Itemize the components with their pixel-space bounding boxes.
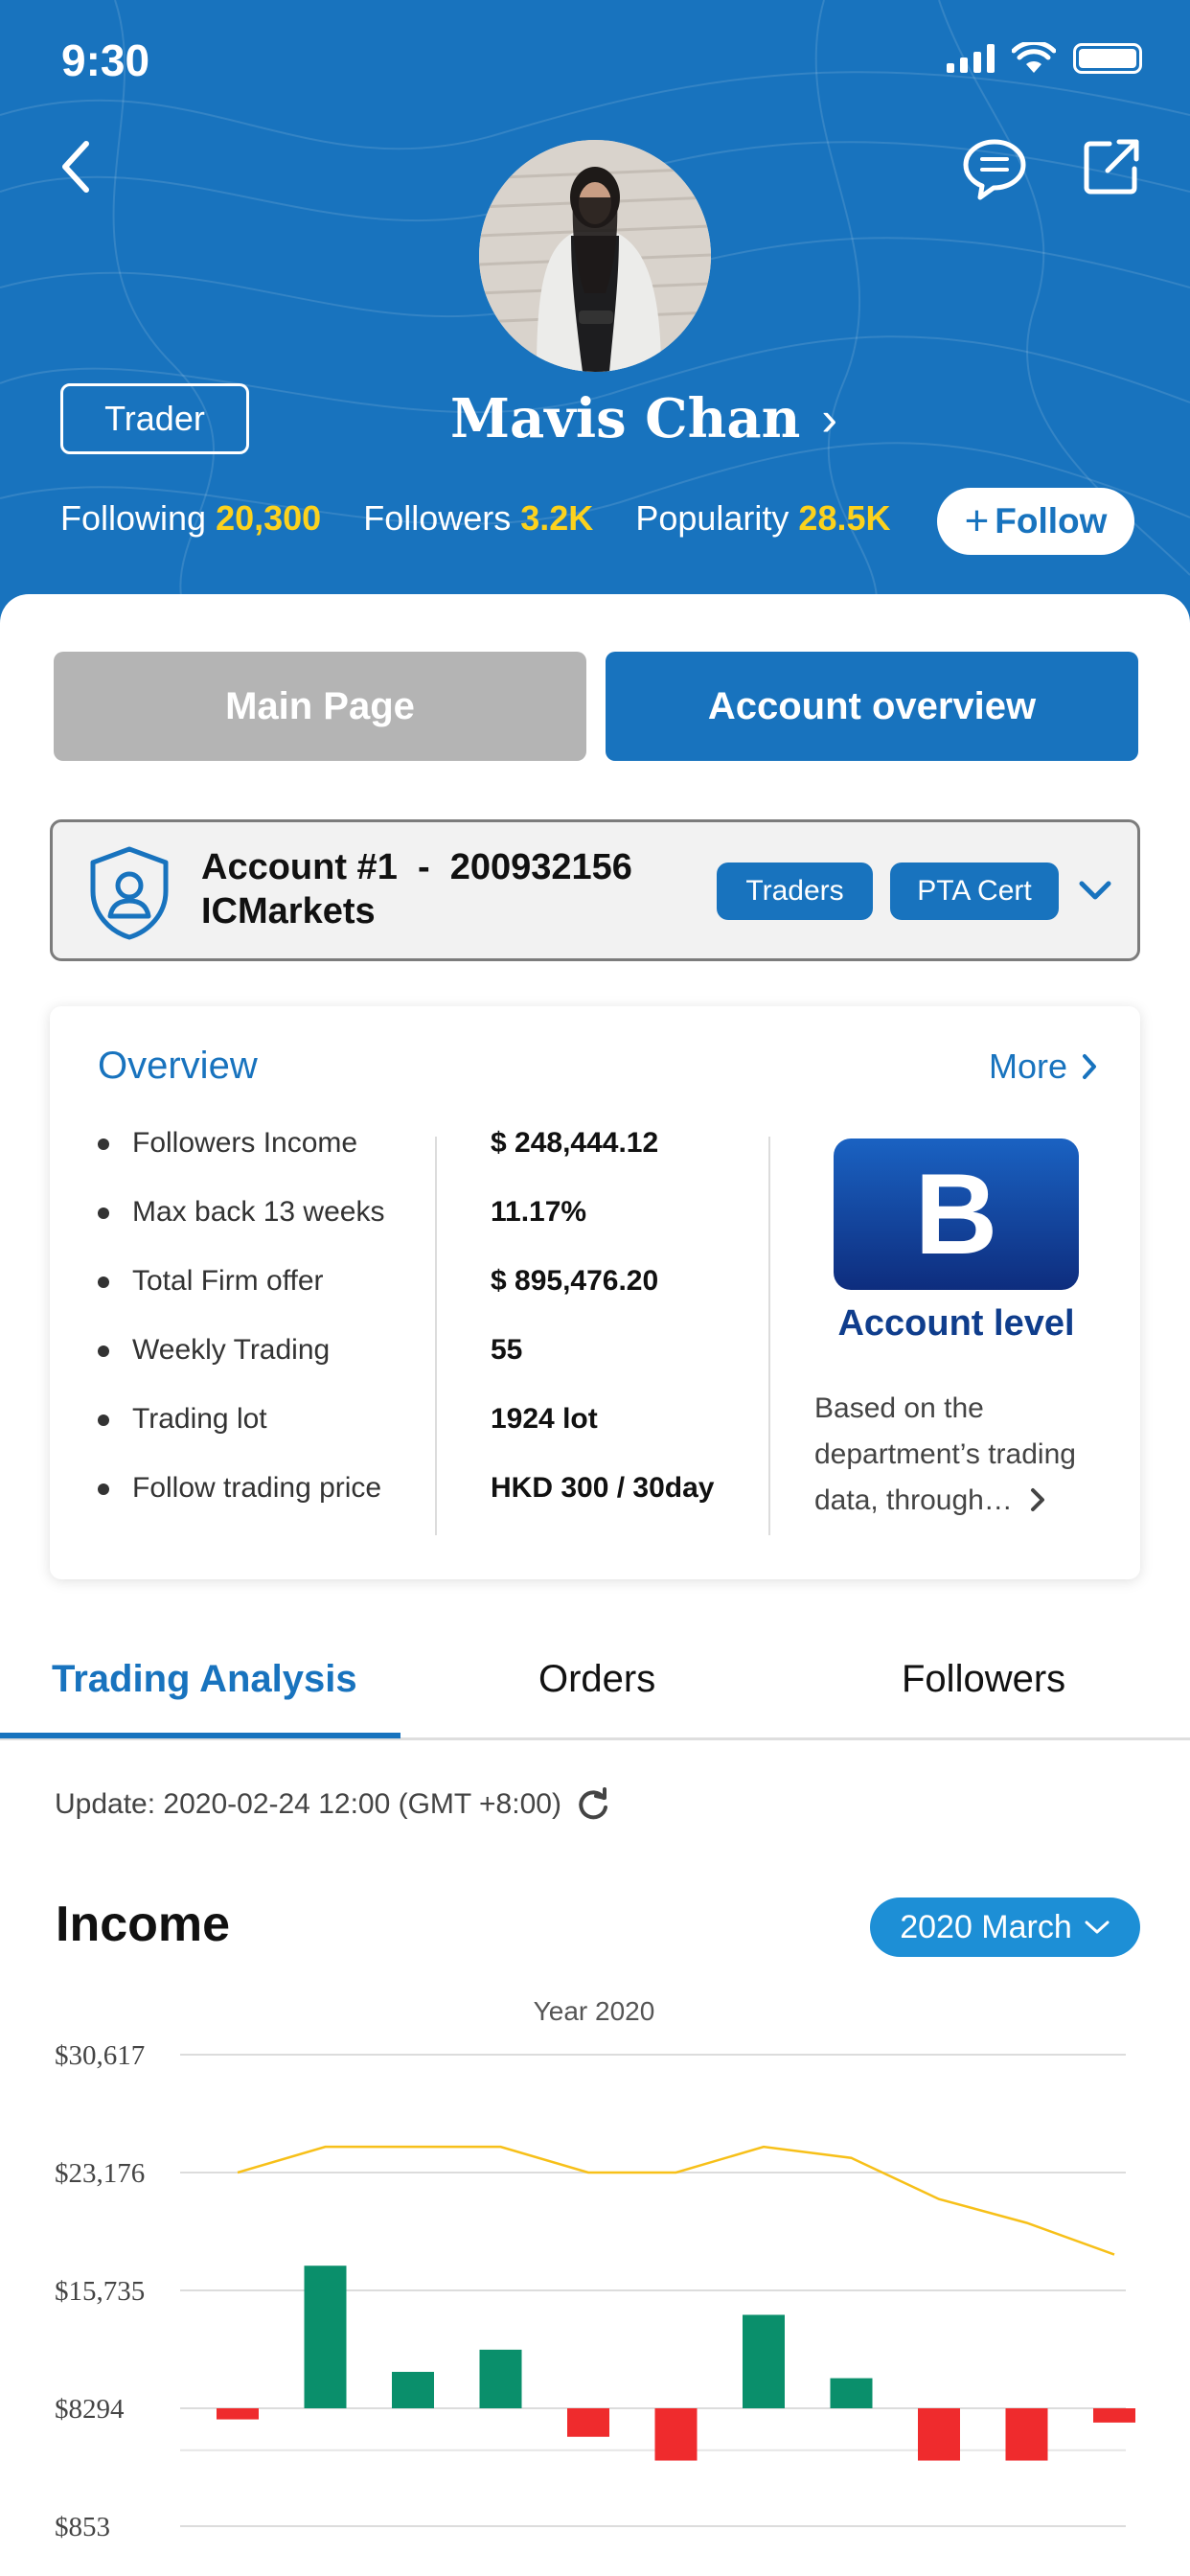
stat-popularity: Popularity 28.5K: [635, 498, 891, 538]
tab-indicator: [0, 1733, 400, 1738]
trend-line: [237, 2145, 1115, 2256]
y-tick-label: $15,735: [55, 2276, 145, 2307]
divider: [768, 1137, 770, 1535]
overview-row-value: $ 248,444.12: [491, 1127, 659, 1159]
update-status: Update: 2020-02-24 12:00 (GMT +8:00): [55, 1786, 611, 1823]
income-bar: [743, 2314, 785, 2408]
profile-name-text: Mavis Chan: [450, 387, 801, 450]
income-bar: [1005, 2408, 1048, 2461]
profile-stats: Following 20,300 Followers 3.2K Populari…: [60, 498, 891, 539]
chart-title: Year 2020: [534, 1996, 655, 2026]
chevron-down-icon: [1085, 1920, 1110, 1934]
signal-icon: [947, 44, 995, 73]
tag-pta-cert: PTA Cert: [890, 862, 1059, 920]
overview-row-label: Follow trading price: [98, 1472, 384, 1541]
stat-following[interactable]: Following 20,300: [60, 498, 321, 539]
tab-main-page[interactable]: Main Page: [54, 652, 586, 761]
overview-row-value: 1924 lot: [491, 1403, 598, 1435]
divider: [435, 1137, 437, 1535]
account-selector[interactable]: Account #1 - 200932156 ICMarkets Traders…: [50, 819, 1140, 961]
avatar: [479, 140, 711, 372]
refresh-icon[interactable]: [575, 1786, 611, 1823]
analysis-tabs: Trading Analysis Orders Followers: [0, 1629, 1190, 1740]
account-level-badge: B: [834, 1138, 1079, 1290]
chevron-right-icon: ›: [821, 392, 838, 446]
shield-user-icon: [90, 846, 169, 940]
update-text: Update: 2020-02-24 12:00 (GMT +8:00): [55, 1788, 561, 1820]
y-tick-label: $8294: [55, 2394, 125, 2425]
income-chart: Year 2020 $30,617 $23,176 $15,735 $8294 $853: [55, 1996, 1135, 2542]
overview-row-label: Total Firm offer: [98, 1265, 384, 1334]
account-level-label: Account level: [837, 1303, 1075, 1344]
income-bar: [830, 2378, 873, 2408]
back-icon[interactable]: [54, 138, 98, 196]
message-icon[interactable]: [961, 136, 1028, 203]
role-tag: Trader: [60, 383, 249, 454]
more-label: More: [988, 1046, 1067, 1086]
wifi-icon: [1012, 42, 1056, 73]
overview-row-value: $ 895,476.20: [491, 1265, 659, 1297]
overview-row-value: HKD 300 / 30day: [491, 1472, 715, 1504]
tag-traders: Traders: [717, 862, 873, 920]
overview-row-label: Max back 13 weeks: [98, 1196, 384, 1265]
overview-card: Overview More Followers Income Max back …: [50, 1006, 1140, 1579]
account-broker: ICMarkets: [201, 891, 376, 932]
follow-button[interactable]: + Follow: [937, 488, 1134, 555]
profile-name[interactable]: Mavis Chan ›: [450, 387, 837, 450]
profile-header: 9:30 Trader Mavis Chan › Following 20,30…: [0, 0, 1190, 652]
overview-row-label: Weekly Trading: [98, 1334, 384, 1403]
income-bar: [654, 2408, 698, 2461]
income-bar: [918, 2408, 960, 2461]
overview-row-label: Followers Income: [98, 1127, 384, 1196]
battery-icon: [1073, 43, 1142, 74]
income-bar: [217, 2408, 259, 2420]
y-tick-label: $30,617: [55, 2040, 145, 2071]
overview-labels: Followers Income Max back 13 weeks Total…: [98, 1127, 384, 1541]
income-bar: [479, 2349, 522, 2408]
follow-label: Follow: [995, 501, 1108, 540]
tab-followers[interactable]: Followers: [902, 1658, 1065, 1701]
tab-orders[interactable]: Orders: [538, 1658, 655, 1701]
tab-account-overview[interactable]: Account overview: [606, 652, 1138, 761]
share-icon[interactable]: [1081, 136, 1142, 197]
tab-trading-analysis[interactable]: Trading Analysis: [52, 1658, 357, 1701]
income-bar: [1093, 2408, 1135, 2423]
overview-title: Overview: [98, 1045, 258, 1087]
income-bar: [392, 2371, 434, 2408]
y-tick-label: $23,176: [55, 2158, 145, 2189]
plus-icon: +: [964, 497, 990, 544]
account-number: Account #1 - 200932156: [201, 847, 632, 887]
overview-row-value: 55: [491, 1334, 523, 1366]
overview-values: $ 248,444.12 11.17% $ 895,476.20 55 1924…: [491, 1127, 714, 1541]
status-time: 9:30: [61, 35, 150, 85]
income-bar: [567, 2408, 609, 2437]
overview-row-value: 11.17%: [491, 1196, 587, 1228]
chevron-down-icon[interactable]: [1076, 876, 1114, 907]
chevron-right-icon: [1031, 1488, 1045, 1511]
month-dropdown[interactable]: 2020 March: [870, 1898, 1140, 1957]
income-title: Income: [56, 1897, 231, 1952]
y-tick-label: $853: [55, 2512, 110, 2542]
stat-followers[interactable]: Followers 3.2K: [363, 498, 593, 539]
month-dropdown-value: 2020 March: [900, 1908, 1072, 1945]
status-icons: [947, 42, 1142, 75]
account-level-description[interactable]: Based on the department’s trading data, …: [814, 1386, 1111, 1524]
more-link[interactable]: More: [989, 1046, 1098, 1087]
chevron-right-icon: [1083, 1054, 1096, 1079]
income-bar: [304, 2266, 347, 2408]
overview-row-label: Trading lot: [98, 1403, 384, 1472]
